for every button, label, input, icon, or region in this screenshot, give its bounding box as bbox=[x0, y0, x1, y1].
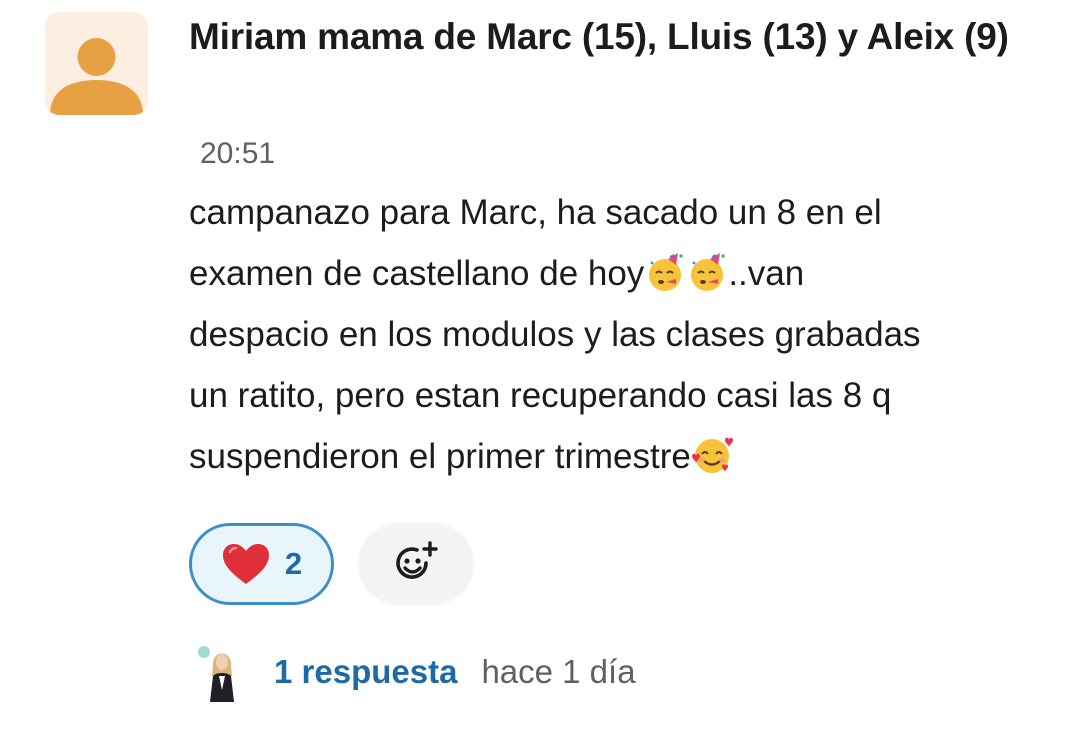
message-body: campanazo para Marc, ha sacado un 8 en e… bbox=[189, 182, 1059, 487]
message-text: suspendieron el primer trimestre bbox=[189, 437, 691, 476]
message-text: examen de castellano de hoy bbox=[189, 254, 645, 293]
user-silhouette-icon bbox=[50, 38, 143, 115]
add-reaction-button[interactable] bbox=[358, 523, 474, 605]
heart-reaction-button[interactable]: 2 bbox=[189, 523, 334, 605]
reply-count-link[interactable]: 1 respuesta bbox=[274, 653, 457, 691]
reactions-bar: 2 bbox=[189, 523, 474, 605]
message-line: examen de castellano de hoy ..van bbox=[189, 243, 1059, 304]
message-timestamp[interactable]: 20:51 bbox=[200, 134, 275, 174]
smiling-face-with-hearts-icon bbox=[691, 437, 733, 473]
reaction-count: 2 bbox=[284, 546, 303, 581]
message-text: ..van bbox=[728, 254, 805, 293]
last-reply-time: hace 1 día bbox=[481, 653, 636, 690]
partying-face-icon bbox=[691, 253, 725, 291]
thread-summary[interactable]: 1 respuesta hace 1 día bbox=[196, 642, 636, 702]
sender-name[interactable]: Miriam mama de Marc (15), Lluis (13) y A… bbox=[189, 12, 1049, 62]
add-emoji-icon bbox=[396, 541, 438, 579]
message-line: campanazo para Marc, ha sacado un 8 en e… bbox=[189, 193, 882, 232]
red-heart-icon bbox=[222, 544, 269, 584]
replier-avatar[interactable] bbox=[196, 642, 248, 702]
sender-avatar[interactable] bbox=[45, 12, 148, 115]
message-line: suspendieron el primer trimestre bbox=[189, 426, 1059, 487]
partying-face-icon bbox=[649, 253, 683, 291]
message-line: despacio en los modulos y las clases gra… bbox=[189, 315, 921, 354]
message-line: un ratito, pero estan recuperando casi l… bbox=[189, 376, 892, 415]
